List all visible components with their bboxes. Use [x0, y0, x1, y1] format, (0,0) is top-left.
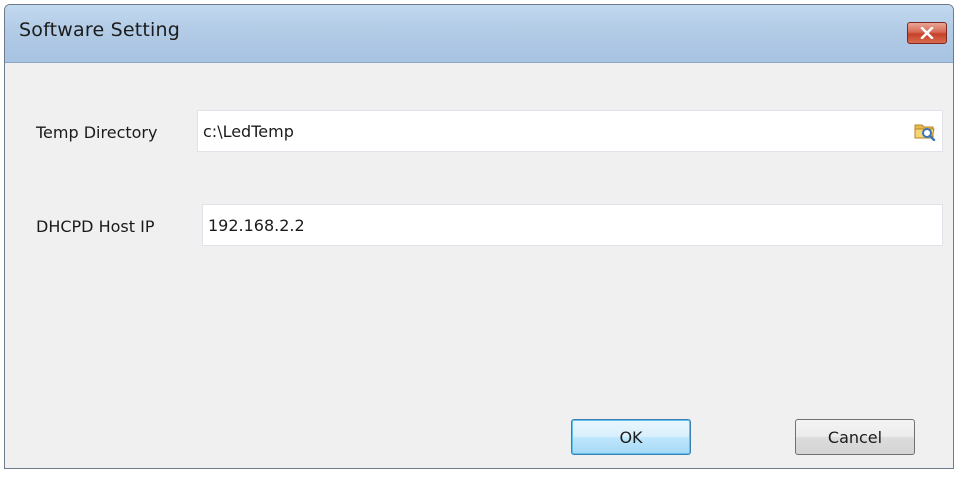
dialog-title: Software Setting — [19, 19, 181, 41]
title-bar[interactable]: Software Setting — [5, 5, 953, 63]
dhcpd-host-ip-label: DHCPD Host IP — [36, 217, 155, 236]
cancel-button-label: Cancel — [827, 427, 883, 447]
dhcpd-host-ip-field[interactable] — [202, 204, 943, 246]
dhcpd-host-ip-input[interactable] — [203, 205, 942, 245]
close-button[interactable] — [907, 22, 947, 44]
folder-browse-icon[interactable] — [914, 121, 936, 141]
temp-directory-input[interactable] — [198, 111, 942, 151]
close-icon — [920, 27, 934, 39]
ok-button[interactable]: OK — [571, 419, 691, 455]
temp-directory-field[interactable] — [197, 110, 943, 152]
cancel-button[interactable]: Cancel — [795, 419, 915, 455]
software-setting-dialog: Software Setting Temp Directory DHCPD Ho… — [4, 4, 954, 469]
ok-button-label: OK — [619, 427, 643, 447]
temp-directory-label: Temp Directory — [36, 123, 158, 142]
